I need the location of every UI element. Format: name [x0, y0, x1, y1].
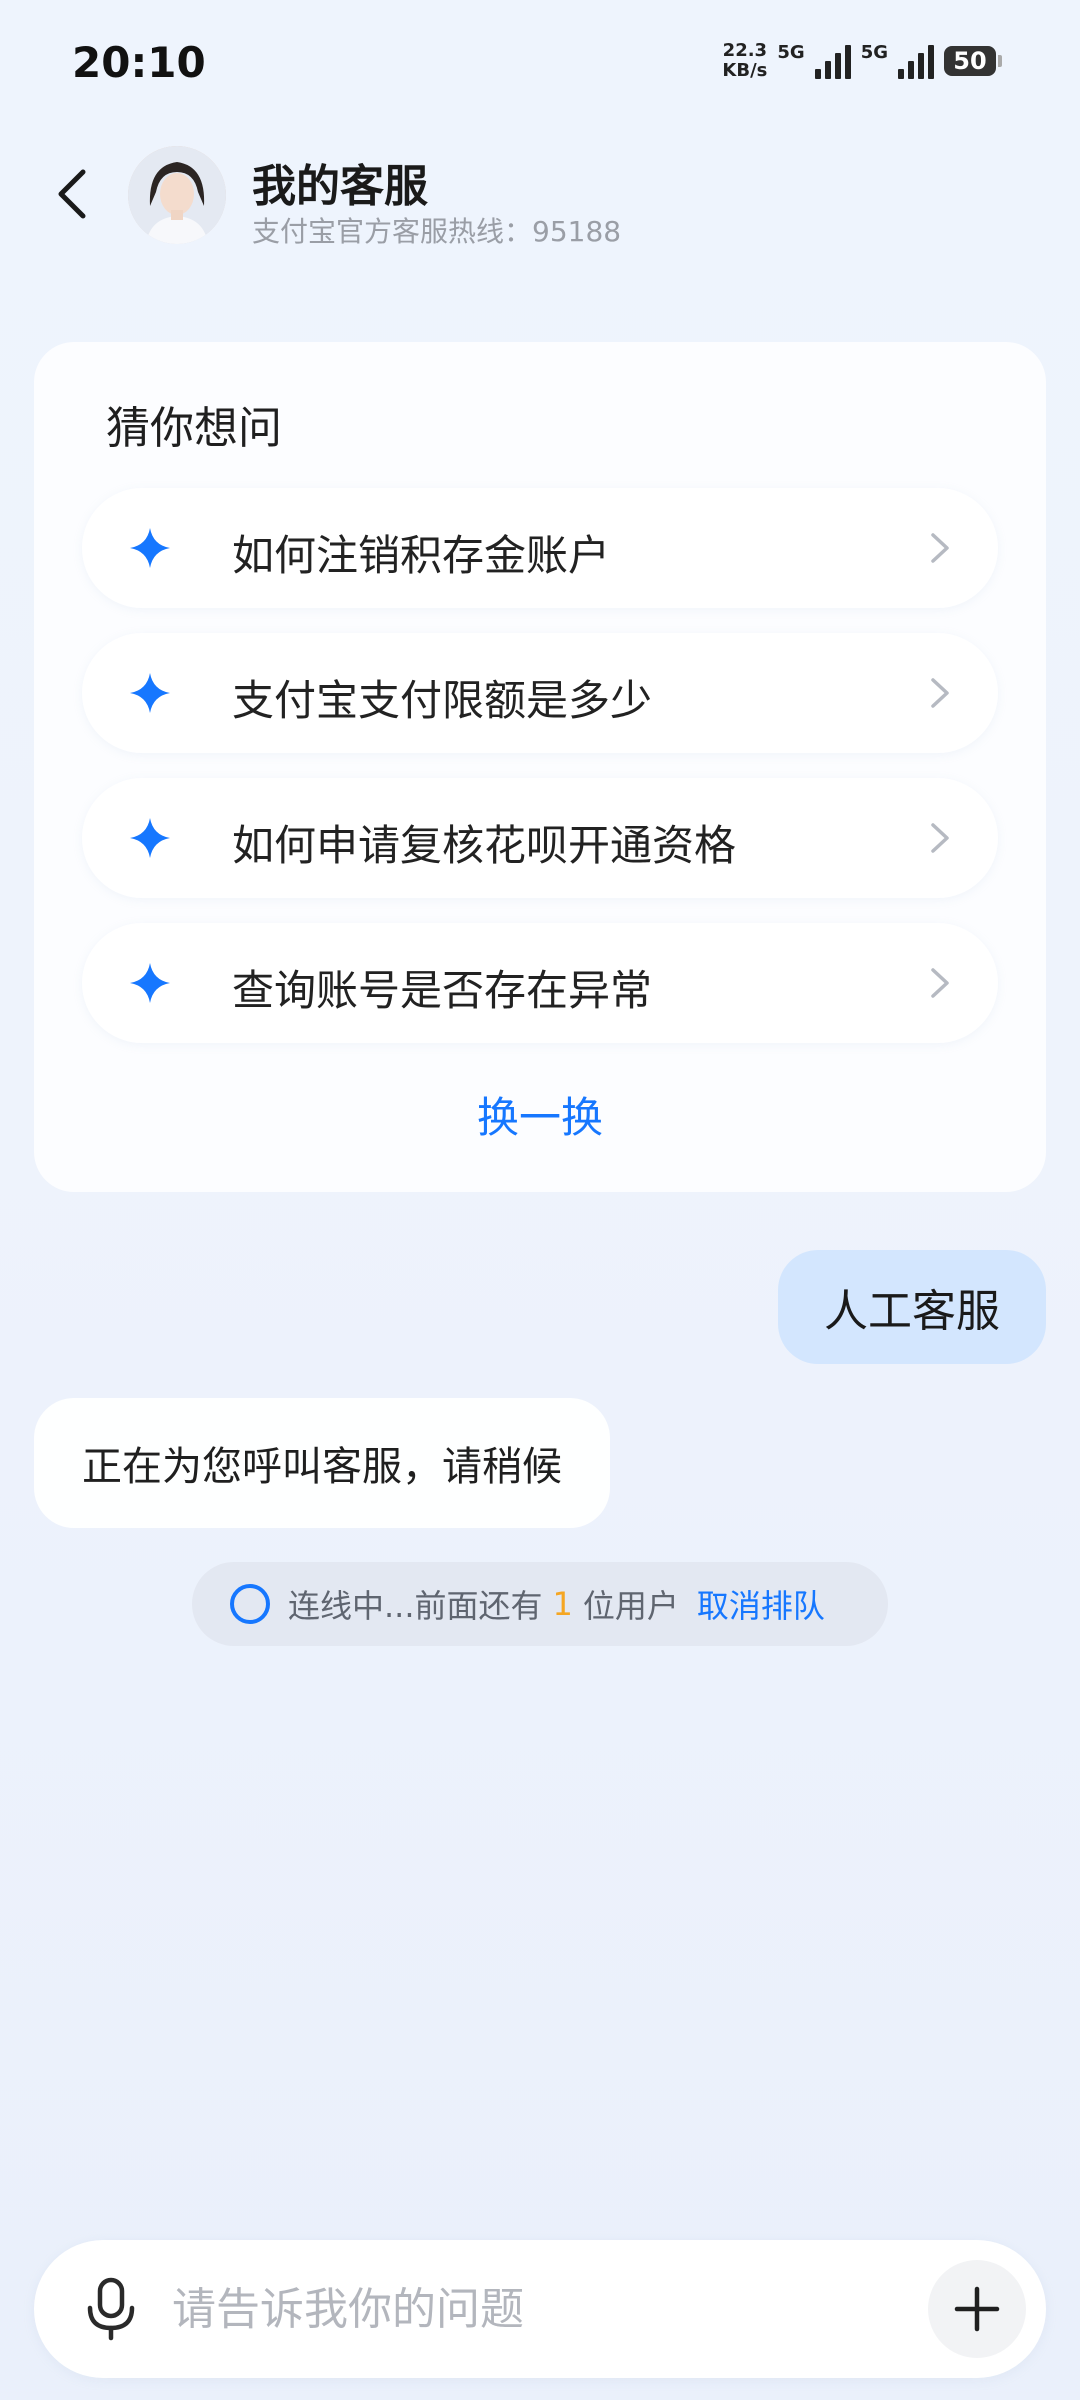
- sparkle-icon: [130, 963, 170, 1003]
- suggestion-label: 如何申请复核花呗开通资格: [232, 821, 737, 870]
- status-bar: 20:10 22.3 KB/s 5G 5G 50: [0, 0, 1080, 130]
- refresh-suggestions-button[interactable]: 换一换: [34, 1084, 1046, 1145]
- status-icons: 22.3 KB/s 5G 5G 50: [722, 38, 1002, 84]
- microphone-icon[interactable]: [76, 2274, 146, 2344]
- sparkle-icon: [130, 673, 170, 713]
- user-message-bubble: 人工客服: [778, 1250, 1046, 1364]
- chat-header: 我的客服 支付宝官方客服热线：95188: [0, 140, 1080, 250]
- loading-ring-icon: [230, 1584, 270, 1624]
- chevron-right-icon: [931, 968, 949, 998]
- network-type-label-2: 5G: [860, 41, 888, 63]
- battery-level: 50: [944, 46, 996, 76]
- suggestion-label: 如何注销积存金账户: [232, 531, 611, 580]
- signal-icon: [814, 43, 851, 79]
- page-title: 我的客服: [252, 161, 428, 212]
- network-speed: 22.3 KB/s: [722, 41, 767, 81]
- chevron-left-icon: [58, 169, 86, 219]
- network-speed-value: 22.3: [722, 40, 768, 61]
- queue-suffix: 位用户: [582, 1587, 679, 1625]
- network-speed-unit: KB/s: [722, 60, 768, 81]
- suggestion-label: 查询账号是否存在异常: [232, 966, 653, 1015]
- queue-count: 1: [552, 1585, 573, 1623]
- signal-icon-2: [898, 43, 934, 79]
- suggestion-item[interactable]: 查询账号是否存在异常: [82, 923, 998, 1043]
- suggestion-label: 支付宝支付限额是多少: [232, 676, 653, 725]
- add-attachment-button[interactable]: [928, 2260, 1026, 2358]
- chevron-right-icon: [931, 678, 949, 708]
- sparkle-icon: [130, 528, 170, 568]
- assistant-avatar-image: [128, 146, 226, 244]
- sparkle-icon: [130, 818, 170, 858]
- message-input-bar: [34, 2240, 1046, 2378]
- suggestion-item[interactable]: 支付宝支付限额是多少: [82, 633, 998, 753]
- hotline-subtitle: 支付宝官方客服热线：95188: [252, 215, 622, 248]
- back-button[interactable]: [44, 162, 100, 226]
- queue-status: 连线中...前面还有 1 位用户 取消排队: [192, 1562, 888, 1646]
- chevron-right-icon: [931, 823, 949, 853]
- network-type-label: 5G: [777, 41, 805, 63]
- bot-message-bubble: 正在为您呼叫客服，请稍候: [34, 1398, 610, 1528]
- suggestion-card: 猜你想问 如何注销积存金账户 支付宝支付限额是多少 如何申请复核花呗开通资格 查…: [34, 342, 1046, 1192]
- queue-prefix: 连线中...前面还有: [288, 1587, 543, 1625]
- status-time: 20:10: [72, 38, 206, 87]
- suggestion-item[interactable]: 如何申请复核花呗开通资格: [82, 778, 998, 898]
- plus-icon: [954, 2286, 1000, 2332]
- cancel-queue-button[interactable]: 取消排队: [697, 1581, 825, 1627]
- suggestion-item[interactable]: 如何注销积存金账户: [82, 488, 998, 608]
- chevron-right-icon: [931, 533, 949, 563]
- battery-icon: 50: [944, 46, 1002, 76]
- message-input[interactable]: [172, 2274, 932, 2344]
- suggestion-title: 猜你想问: [106, 403, 282, 454]
- avatar[interactable]: [128, 146, 226, 244]
